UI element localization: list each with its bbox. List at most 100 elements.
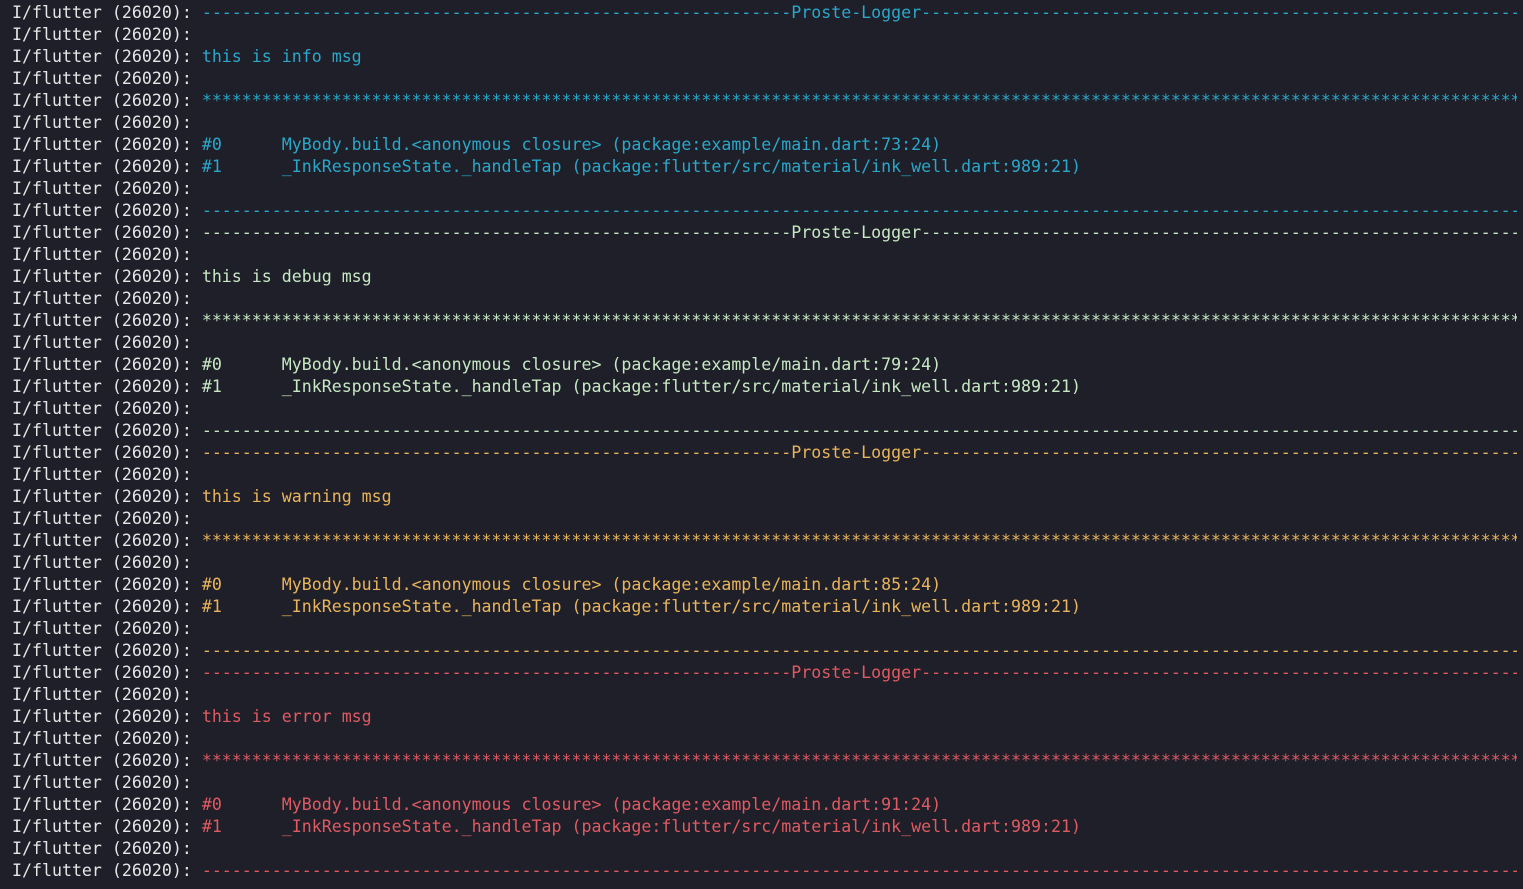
log-line: I/flutter (26020): #1 _InkResponseState.… [12, 596, 1517, 618]
log-prefix: I/flutter (26020): [12, 465, 202, 484]
log-message-debug: ****************************************… [201, 311, 1517, 330]
log-message-debug: ----------------------------------------… [201, 223, 1517, 242]
log-line: I/flutter (26020): [12, 178, 1517, 200]
log-line: I/flutter (26020): [12, 68, 1517, 90]
log-prefix: I/flutter (26020): [12, 311, 202, 330]
log-prefix: I/flutter (26020): [12, 531, 202, 550]
log-line: I/flutter (26020): *********************… [12, 750, 1517, 772]
log-prefix: I/flutter (26020): [12, 113, 202, 132]
log-prefix: I/flutter (26020): [12, 267, 202, 286]
log-message-debug: #1 _InkResponseState._handleTap (package… [201, 377, 1081, 396]
log-prefix: I/flutter (26020): [12, 47, 202, 66]
log-line: I/flutter (26020): #0 MyBody.build.<anon… [12, 574, 1517, 596]
log-line: I/flutter (26020): *********************… [12, 310, 1517, 332]
log-message-error: ****************************************… [201, 751, 1517, 770]
log-prefix: I/flutter (26020): [12, 641, 202, 660]
log-line: I/flutter (26020): [12, 244, 1517, 266]
log-message-info: ----------------------------------------… [201, 201, 1517, 220]
log-line: I/flutter (26020): [12, 552, 1517, 574]
log-prefix: I/flutter (26020): [12, 817, 202, 836]
log-message-warning: this is warning msg [201, 487, 392, 506]
log-prefix: I/flutter (26020): [12, 179, 202, 198]
log-prefix: I/flutter (26020): [12, 25, 202, 44]
console-output[interactable]: I/flutter (26020): ---------------------… [12, 2, 1517, 886]
log-prefix: I/flutter (26020): [12, 795, 202, 814]
log-prefix: I/flutter (26020): [12, 157, 202, 176]
log-prefix: I/flutter (26020): [12, 553, 202, 572]
log-message-error: ----------------------------------------… [201, 663, 1517, 682]
log-message-info: ****************************************… [201, 91, 1517, 110]
log-prefix: I/flutter (26020): [12, 597, 202, 616]
log-prefix: I/flutter (26020): [12, 245, 202, 264]
log-message-error: #1 _InkResponseState._handleTap (package… [201, 817, 1081, 836]
log-line: I/flutter (26020): [12, 464, 1517, 486]
log-message-warning: ****************************************… [201, 531, 1517, 550]
log-line: I/flutter (26020): ---------------------… [12, 640, 1517, 662]
log-prefix: I/flutter (26020): [12, 751, 202, 770]
log-line: I/flutter (26020): #1 _InkResponseState.… [12, 156, 1517, 178]
log-prefix: I/flutter (26020): [12, 663, 202, 682]
log-prefix: I/flutter (26020): [12, 619, 202, 638]
log-prefix: I/flutter (26020): [12, 377, 202, 396]
log-line: I/flutter (26020): #1 _InkResponseState.… [12, 376, 1517, 398]
log-prefix: I/flutter (26020): [12, 3, 202, 22]
log-line: I/flutter (26020): ---------------------… [12, 2, 1517, 24]
log-line: I/flutter (26020): ---------------------… [12, 442, 1517, 464]
log-line: I/flutter (26020): [12, 398, 1517, 420]
log-line: I/flutter (26020): ---------------------… [12, 860, 1517, 882]
log-line: I/flutter (26020): [12, 838, 1517, 860]
log-prefix: I/flutter (26020): [12, 421, 202, 440]
log-message-debug: #0 MyBody.build.<anonymous closure> (pac… [201, 355, 942, 374]
log-message-info: ----------------------------------------… [201, 3, 1517, 22]
log-prefix: I/flutter (26020): [12, 289, 202, 308]
log-line: I/flutter (26020): this is error msg [12, 706, 1517, 728]
log-line: I/flutter (26020): [12, 24, 1517, 46]
log-line: I/flutter (26020): this is info msg [12, 46, 1517, 68]
log-line: I/flutter (26020): #0 MyBody.build.<anon… [12, 794, 1517, 816]
log-prefix: I/flutter (26020): [12, 509, 202, 528]
log-prefix: I/flutter (26020): [12, 223, 202, 242]
log-message-info: #1 _InkResponseState._handleTap (package… [201, 157, 1081, 176]
log-line: I/flutter (26020): #0 MyBody.build.<anon… [12, 354, 1517, 376]
log-message-warning: ----------------------------------------… [201, 641, 1517, 660]
log-message-warning: #0 MyBody.build.<anonymous closure> (pac… [201, 575, 942, 594]
log-prefix: I/flutter (26020): [12, 333, 202, 352]
log-line: I/flutter (26020): [12, 332, 1517, 354]
log-message-debug: ----------------------------------------… [201, 421, 1517, 440]
log-prefix: I/flutter (26020): [12, 443, 202, 462]
log-prefix: I/flutter (26020): [12, 201, 202, 220]
log-prefix: I/flutter (26020): [12, 69, 202, 88]
log-message-error: #0 MyBody.build.<anonymous closure> (pac… [201, 795, 942, 814]
log-message-error: ----------------------------------------… [201, 861, 1517, 880]
log-prefix: I/flutter (26020): [12, 135, 202, 154]
log-message-info: this is info msg [201, 47, 362, 66]
log-line: I/flutter (26020): *********************… [12, 530, 1517, 552]
log-line: I/flutter (26020): [12, 618, 1517, 640]
log-prefix: I/flutter (26020): [12, 91, 202, 110]
log-prefix: I/flutter (26020): [12, 487, 202, 506]
log-prefix: I/flutter (26020): [12, 355, 202, 374]
log-message-error: this is error msg [201, 707, 372, 726]
log-line: I/flutter (26020): this is debug msg [12, 266, 1517, 288]
log-line: I/flutter (26020): ---------------------… [12, 662, 1517, 684]
log-message-info: #0 MyBody.build.<anonymous closure> (pac… [201, 135, 942, 154]
log-line: I/flutter (26020): [12, 112, 1517, 134]
log-lines: I/flutter (26020): ---------------------… [12, 2, 1517, 882]
log-prefix: I/flutter (26020): [12, 839, 202, 858]
log-line: I/flutter (26020): [12, 508, 1517, 530]
log-line: I/flutter (26020): [12, 684, 1517, 706]
log-line: I/flutter (26020): *********************… [12, 90, 1517, 112]
log-line: I/flutter (26020): [12, 288, 1517, 310]
log-message-warning: #1 _InkResponseState._handleTap (package… [201, 597, 1081, 616]
log-line: I/flutter (26020): [12, 772, 1517, 794]
log-prefix: I/flutter (26020): [12, 729, 202, 748]
log-prefix: I/flutter (26020): [12, 707, 202, 726]
log-prefix: I/flutter (26020): [12, 399, 202, 418]
log-message-warning: ----------------------------------------… [201, 443, 1517, 462]
log-line: I/flutter (26020): ---------------------… [12, 420, 1517, 442]
log-prefix: I/flutter (26020): [12, 861, 202, 880]
log-line: I/flutter (26020): #0 MyBody.build.<anon… [12, 134, 1517, 156]
log-prefix: I/flutter (26020): [12, 773, 202, 792]
log-line: I/flutter (26020): ---------------------… [12, 200, 1517, 222]
log-line: I/flutter (26020): [12, 728, 1517, 750]
